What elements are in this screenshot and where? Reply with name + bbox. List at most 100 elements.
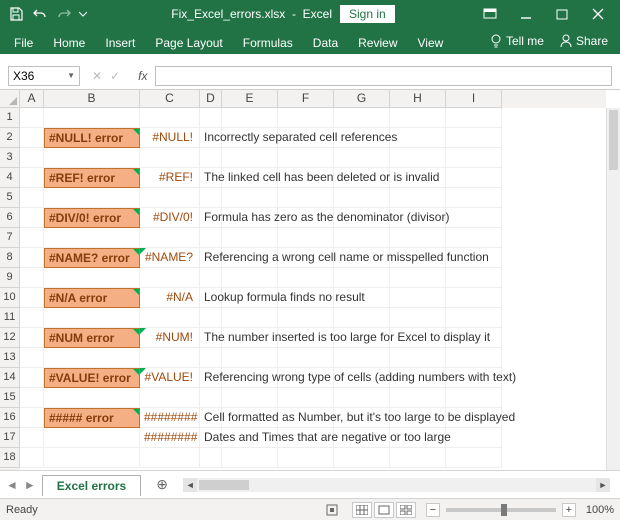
- cell-C17[interactable]: ########: [140, 428, 200, 448]
- horizontal-scroll-thumb[interactable]: [199, 480, 249, 490]
- page-layout-view-button[interactable]: [374, 502, 394, 518]
- row-header-14[interactable]: 14: [0, 368, 20, 388]
- cell-F7[interactable]: [278, 228, 334, 248]
- cell-H13[interactable]: [390, 348, 446, 368]
- zoom-slider[interactable]: [446, 508, 556, 512]
- vertical-scroll-thumb[interactable]: [609, 110, 618, 170]
- maximize-button[interactable]: [544, 0, 580, 28]
- column-header-A[interactable]: A: [20, 90, 44, 108]
- cell-I4[interactable]: [446, 168, 502, 188]
- sign-in-button[interactable]: Sign in: [340, 5, 395, 23]
- cell-I17[interactable]: [446, 428, 502, 448]
- cell-C4[interactable]: #REF!: [140, 168, 200, 188]
- cell-C6[interactable]: #DIV/0!: [140, 208, 200, 228]
- cell-B17[interactable]: [44, 428, 140, 448]
- horizontal-scrollbar[interactable]: ◄ ►: [183, 478, 610, 492]
- row-header-10[interactable]: 10: [0, 288, 20, 308]
- tab-file[interactable]: File: [4, 32, 43, 54]
- row-header-8[interactable]: 8: [0, 248, 20, 268]
- cell-C3[interactable]: [140, 148, 200, 168]
- macro-record-icon[interactable]: [326, 504, 338, 516]
- cell-D2[interactable]: Incorrectly separated cell references: [200, 128, 222, 148]
- cell-C10[interactable]: #N/A: [140, 288, 200, 308]
- cell-E13[interactable]: [222, 348, 278, 368]
- cell-E15[interactable]: [222, 388, 278, 408]
- cell-D9[interactable]: [200, 268, 222, 288]
- save-button[interactable]: [4, 2, 28, 26]
- cell-A15[interactable]: [20, 388, 44, 408]
- cell-H9[interactable]: [390, 268, 446, 288]
- cell-I18[interactable]: [446, 448, 502, 468]
- cell-G7[interactable]: [334, 228, 390, 248]
- cell-A11[interactable]: [20, 308, 44, 328]
- row-header-6[interactable]: 6: [0, 208, 20, 228]
- cell-C16[interactable]: ########: [140, 408, 200, 428]
- cell-H3[interactable]: [390, 148, 446, 168]
- zoom-slider-knob[interactable]: [501, 504, 507, 516]
- cell-H15[interactable]: [390, 388, 446, 408]
- cell-A5[interactable]: [20, 188, 44, 208]
- cell-H18[interactable]: [390, 448, 446, 468]
- undo-button[interactable]: [28, 2, 52, 26]
- cell-C11[interactable]: [140, 308, 200, 328]
- cell-A17[interactable]: [20, 428, 44, 448]
- cell-I7[interactable]: [446, 228, 502, 248]
- cell-G11[interactable]: [334, 308, 390, 328]
- cell-A2[interactable]: [20, 128, 44, 148]
- cell-D18[interactable]: [200, 448, 222, 468]
- cell-I3[interactable]: [446, 148, 502, 168]
- column-header-C[interactable]: C: [140, 90, 200, 108]
- qat-customize-button[interactable]: [76, 2, 90, 26]
- cell-D6[interactable]: Formula has zero as the denominator (div…: [200, 208, 222, 228]
- normal-view-button[interactable]: [352, 502, 372, 518]
- cell-A8[interactable]: [20, 248, 44, 268]
- cell-H7[interactable]: [390, 228, 446, 248]
- tab-view[interactable]: View: [408, 32, 454, 54]
- cell-G18[interactable]: [334, 448, 390, 468]
- cell-B2[interactable]: #NULL! error: [44, 128, 140, 148]
- cell-B10[interactable]: #N/A error: [44, 288, 140, 308]
- row-header-17[interactable]: 17: [0, 428, 20, 448]
- cell-D17[interactable]: Dates and Times that are negative or too…: [200, 428, 222, 448]
- cell-E3[interactable]: [222, 148, 278, 168]
- cell-C5[interactable]: [140, 188, 200, 208]
- sheet-nav-next[interactable]: ►: [24, 478, 36, 492]
- cell-B13[interactable]: [44, 348, 140, 368]
- cell-D4[interactable]: The linked cell has been deleted or is i…: [200, 168, 222, 188]
- cell-B18[interactable]: [44, 448, 140, 468]
- cell-G15[interactable]: [334, 388, 390, 408]
- cell-A9[interactable]: [20, 268, 44, 288]
- column-header-E[interactable]: E: [222, 90, 278, 108]
- row-header-18[interactable]: 18: [0, 448, 20, 468]
- row-header-16[interactable]: 16: [0, 408, 20, 428]
- cell-A6[interactable]: [20, 208, 44, 228]
- cancel-formula-icon[interactable]: ✕: [92, 69, 102, 83]
- cell-E9[interactable]: [222, 268, 278, 288]
- column-header-B[interactable]: B: [44, 90, 140, 108]
- sheet-tab-active[interactable]: Excel errors: [42, 475, 141, 496]
- row-header-7[interactable]: 7: [0, 228, 20, 248]
- cell-A14[interactable]: [20, 368, 44, 388]
- cell-B16[interactable]: ##### error: [44, 408, 140, 428]
- cell-E1[interactable]: [222, 108, 278, 128]
- tab-review[interactable]: Review: [348, 32, 407, 54]
- cell-I9[interactable]: [446, 268, 502, 288]
- row-header-5[interactable]: 5: [0, 188, 20, 208]
- cell-I2[interactable]: [446, 128, 502, 148]
- cell-D10[interactable]: Lookup formula finds no result: [200, 288, 222, 308]
- cell-I10[interactable]: [446, 288, 502, 308]
- cell-A1[interactable]: [20, 108, 44, 128]
- hscroll-right[interactable]: ►: [596, 478, 610, 492]
- zoom-in-button[interactable]: +: [562, 503, 576, 517]
- cell-F15[interactable]: [278, 388, 334, 408]
- cell-B11[interactable]: [44, 308, 140, 328]
- cell-G5[interactable]: [334, 188, 390, 208]
- row-header-15[interactable]: 15: [0, 388, 20, 408]
- cell-C7[interactable]: [140, 228, 200, 248]
- cell-D12[interactable]: The number inserted is too large for Exc…: [200, 328, 222, 348]
- cell-F5[interactable]: [278, 188, 334, 208]
- vertical-scrollbar[interactable]: [606, 108, 620, 470]
- cell-C14[interactable]: #VALUE!: [140, 368, 200, 388]
- minimize-button[interactable]: [508, 0, 544, 28]
- cell-D13[interactable]: [200, 348, 222, 368]
